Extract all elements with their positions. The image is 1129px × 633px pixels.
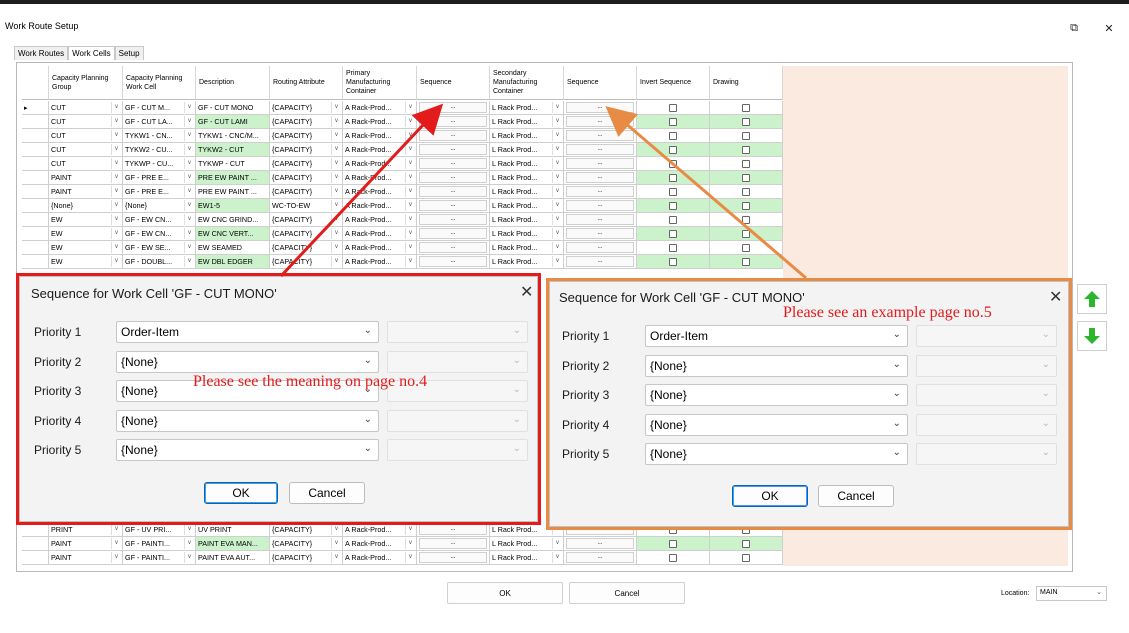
footer-ok-button[interactable]: OK — [447, 582, 563, 604]
location-select[interactable]: MAIN ⌄ — [1036, 586, 1107, 601]
location-label: Location: — [1001, 590, 1030, 597]
footer-cancel-button[interactable]: Cancel — [569, 582, 685, 604]
red-arrow — [279, 103, 444, 278]
location-value: MAIN — [1040, 589, 1058, 596]
orange-arrow — [605, 106, 807, 280]
chevron-down-icon: ⌄ — [1096, 589, 1102, 596]
annotation-arrows — [279, 103, 807, 280]
